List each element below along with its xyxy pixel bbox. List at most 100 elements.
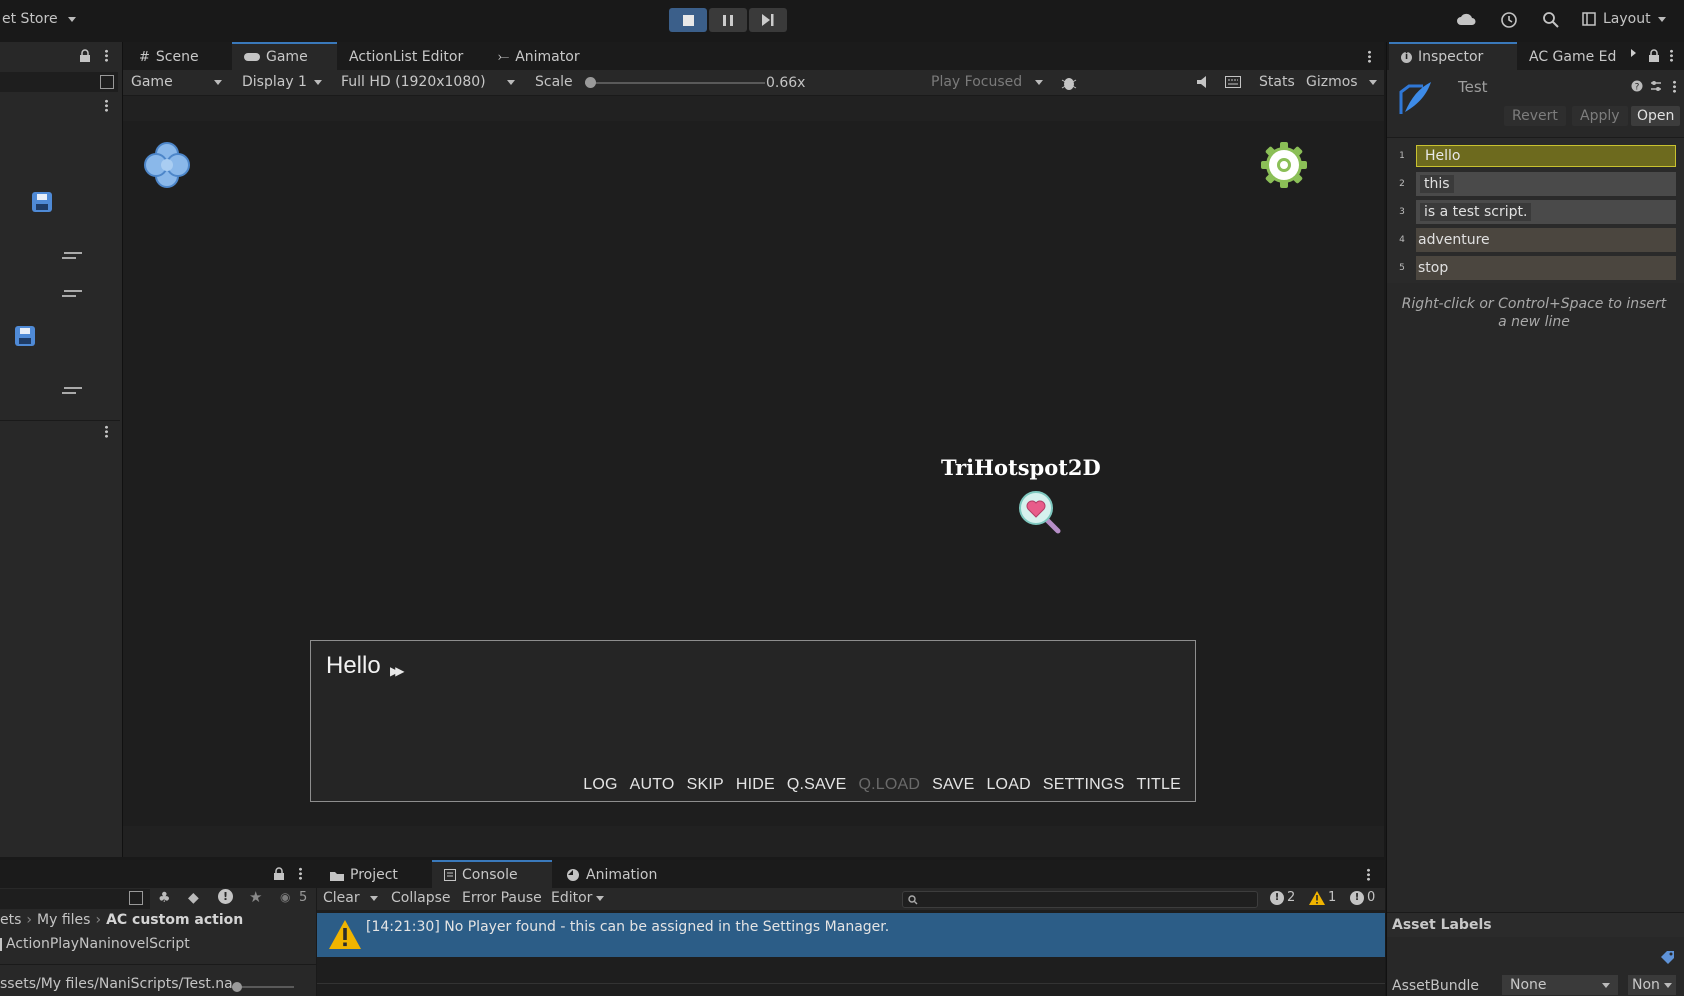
title-button[interactable]: TITLE <box>1136 776 1181 794</box>
breadcrumb-current[interactable]: AC custom action <box>106 912 243 928</box>
project-item[interactable]: ActionPlayNaninovelScript <box>0 936 190 952</box>
bug-icon[interactable] <box>1060 74 1078 92</box>
console-log-entry[interactable]: [14:21:30] No Player found - this can be… <box>317 913 1385 957</box>
assetbundle-dropdown[interactable]: None <box>1502 975 1618 995</box>
alert-filter-icon[interactable]: ! <box>218 889 233 904</box>
tag-icon[interactable] <box>1660 950 1676 964</box>
hidden-eye-icon[interactable]: ◉ <box>280 890 290 904</box>
pause-button[interactable] <box>709 8 747 32</box>
inspector-menu-icon[interactable] <box>1673 80 1676 93</box>
filter-by-type-icon[interactable]: ♣ <box>158 890 171 906</box>
panel-menu-icon[interactable] <box>299 867 302 880</box>
audio-mute-icon[interactable] <box>1196 75 1212 89</box>
scale-slider-thumb[interactable] <box>585 77 596 88</box>
maximize-icon[interactable] <box>100 75 114 89</box>
gizmos-button[interactable]: Gizmos <box>1306 74 1358 90</box>
display-dropdown[interactable]: Display 1 <box>234 71 330 93</box>
scale-label: Scale <box>535 74 573 90</box>
icon-size-slider[interactable] <box>232 982 294 992</box>
warning-count-toggle[interactable]: 1 <box>1309 890 1336 905</box>
asset-store-menu[interactable]: et Store <box>2 11 76 27</box>
tab-overflow-icon[interactable] <box>1631 49 1636 57</box>
maximize-icon[interactable] <box>129 891 143 905</box>
chevron-down-icon[interactable] <box>369 895 378 901</box>
stop-button[interactable] <box>669 8 707 32</box>
tab-scene[interactable]: # Scene <box>127 44 211 70</box>
stats-button[interactable]: Stats <box>1259 74 1295 90</box>
cloud-icon[interactable] <box>1457 12 1477 26</box>
panel-menu-icon[interactable] <box>105 49 108 62</box>
panel-menu-icon[interactable] <box>1368 50 1371 63</box>
help-icon[interactable]: ? <box>1631 80 1643 92</box>
project-search[interactable] <box>0 889 150 909</box>
revert-button[interactable]: Revert <box>1504 106 1566 126</box>
label-icon[interactable]: ◆ <box>188 890 199 906</box>
tab-project[interactable]: Project <box>318 862 410 888</box>
quick-save-button[interactable]: Q.SAVE <box>787 776 847 794</box>
assetbundle-variant-dropdown[interactable]: Non <box>1628 975 1676 995</box>
step-button[interactable] <box>749 8 787 32</box>
scale-slider[interactable] <box>585 77 765 88</box>
dialogue-box[interactable]: Hello ▶▶ LOG AUTO SKIP HIDE Q.SAVE Q.LOA… <box>310 640 1196 802</box>
skip-button[interactable]: SKIP <box>687 776 724 794</box>
resolution-dropdown[interactable]: Full HD (1920x1080) <box>333 71 523 93</box>
keyboard-icon[interactable] <box>1225 75 1241 89</box>
console-search-input[interactable] <box>902 891 1258 908</box>
gear-icon[interactable] <box>1260 141 1308 189</box>
error-pause-button[interactable]: Error Pause <box>462 890 542 906</box>
asset-labels-header[interactable]: Asset Labels <box>1387 913 1684 937</box>
collapse-button[interactable]: Collapse <box>391 890 451 906</box>
game-view-dropdown[interactable]: Game <box>123 71 230 93</box>
flower-menu-icon[interactable] <box>143 141 191 189</box>
preset-icon[interactable] <box>1650 80 1662 92</box>
icon-size-slider-thumb[interactable] <box>232 982 242 992</box>
history-icon[interactable] <box>1500 11 1518 29</box>
log-button[interactable]: LOG <box>583 776 617 794</box>
lock-icon[interactable] <box>79 49 91 62</box>
script-line-2[interactable]: 2 this <box>1388 171 1678 197</box>
panel-menu-icon[interactable] <box>1670 49 1673 62</box>
tab-game[interactable]: Game <box>232 42 337 70</box>
layout-menu[interactable]: Layout <box>1582 11 1666 27</box>
scene-menu-icon[interactable] <box>105 425 108 438</box>
tab-console[interactable]: Console <box>432 860 552 888</box>
script-line-4[interactable]: 4 adventure <box>1388 227 1678 253</box>
script-line-input[interactable]: Hello <box>1416 145 1676 167</box>
script-line-5[interactable]: 5 stop <box>1388 255 1678 281</box>
settings-button[interactable]: SETTINGS <box>1043 776 1125 794</box>
favorite-star-icon[interactable]: ★ <box>249 888 262 906</box>
tab-animation[interactable]: Animation <box>554 862 669 888</box>
load-button[interactable]: LOAD <box>986 776 1030 794</box>
panel-menu-icon[interactable] <box>1367 868 1370 881</box>
breadcrumb-item[interactable]: ets <box>0 912 21 928</box>
editor-dropdown[interactable]: Editor <box>551 890 605 906</box>
script-line-1[interactable]: 1 Hello <box>1388 143 1678 169</box>
animation-icon <box>567 869 579 881</box>
chevron-down-icon[interactable] <box>1369 80 1377 85</box>
open-button[interactable]: Open <box>1631 106 1681 126</box>
log-count-toggle[interactable]: ! 2 <box>1270 890 1295 905</box>
lock-icon[interactable] <box>273 867 285 880</box>
script-line-input[interactable]: is a test script. <box>1416 200 1676 224</box>
script-line-3[interactable]: 3 is a test script. <box>1388 199 1678 225</box>
clear-button[interactable]: Clear <box>323 890 378 906</box>
apply-button[interactable]: Apply <box>1572 106 1628 126</box>
magnifier-heart-icon[interactable] <box>1016 490 1066 538</box>
game-screen[interactable]: TriHotspot2D Hello ▶▶ LOG AUTO SKIP HIDE… <box>123 121 1384 826</box>
save-button[interactable]: SAVE <box>932 776 974 794</box>
tab-inspector[interactable]: i Inspector <box>1389 42 1517 70</box>
script-line-input[interactable]: this <box>1416 172 1676 196</box>
breadcrumb-item[interactable]: My files <box>37 912 90 928</box>
scene-menu-icon[interactable] <box>105 99 108 112</box>
tab-animator[interactable]: ⤚ Animator <box>486 44 592 70</box>
script-line-input[interactable]: adventure <box>1416 228 1676 252</box>
search-icon[interactable] <box>1542 11 1560 29</box>
lock-icon[interactable] <box>1648 49 1660 62</box>
tab-actionlist-editor[interactable]: ActionList Editor <box>337 44 475 70</box>
tab-ac-game-editor[interactable]: AC Game Edit <box>1517 44 1617 70</box>
hide-button[interactable]: HIDE <box>736 776 775 794</box>
play-focused-dropdown[interactable]: Play Focused <box>923 71 1051 93</box>
error-count-toggle[interactable]: ! 0 <box>1350 890 1375 905</box>
auto-button[interactable]: AUTO <box>630 776 675 794</box>
script-line-input[interactable]: stop <box>1416 256 1676 280</box>
